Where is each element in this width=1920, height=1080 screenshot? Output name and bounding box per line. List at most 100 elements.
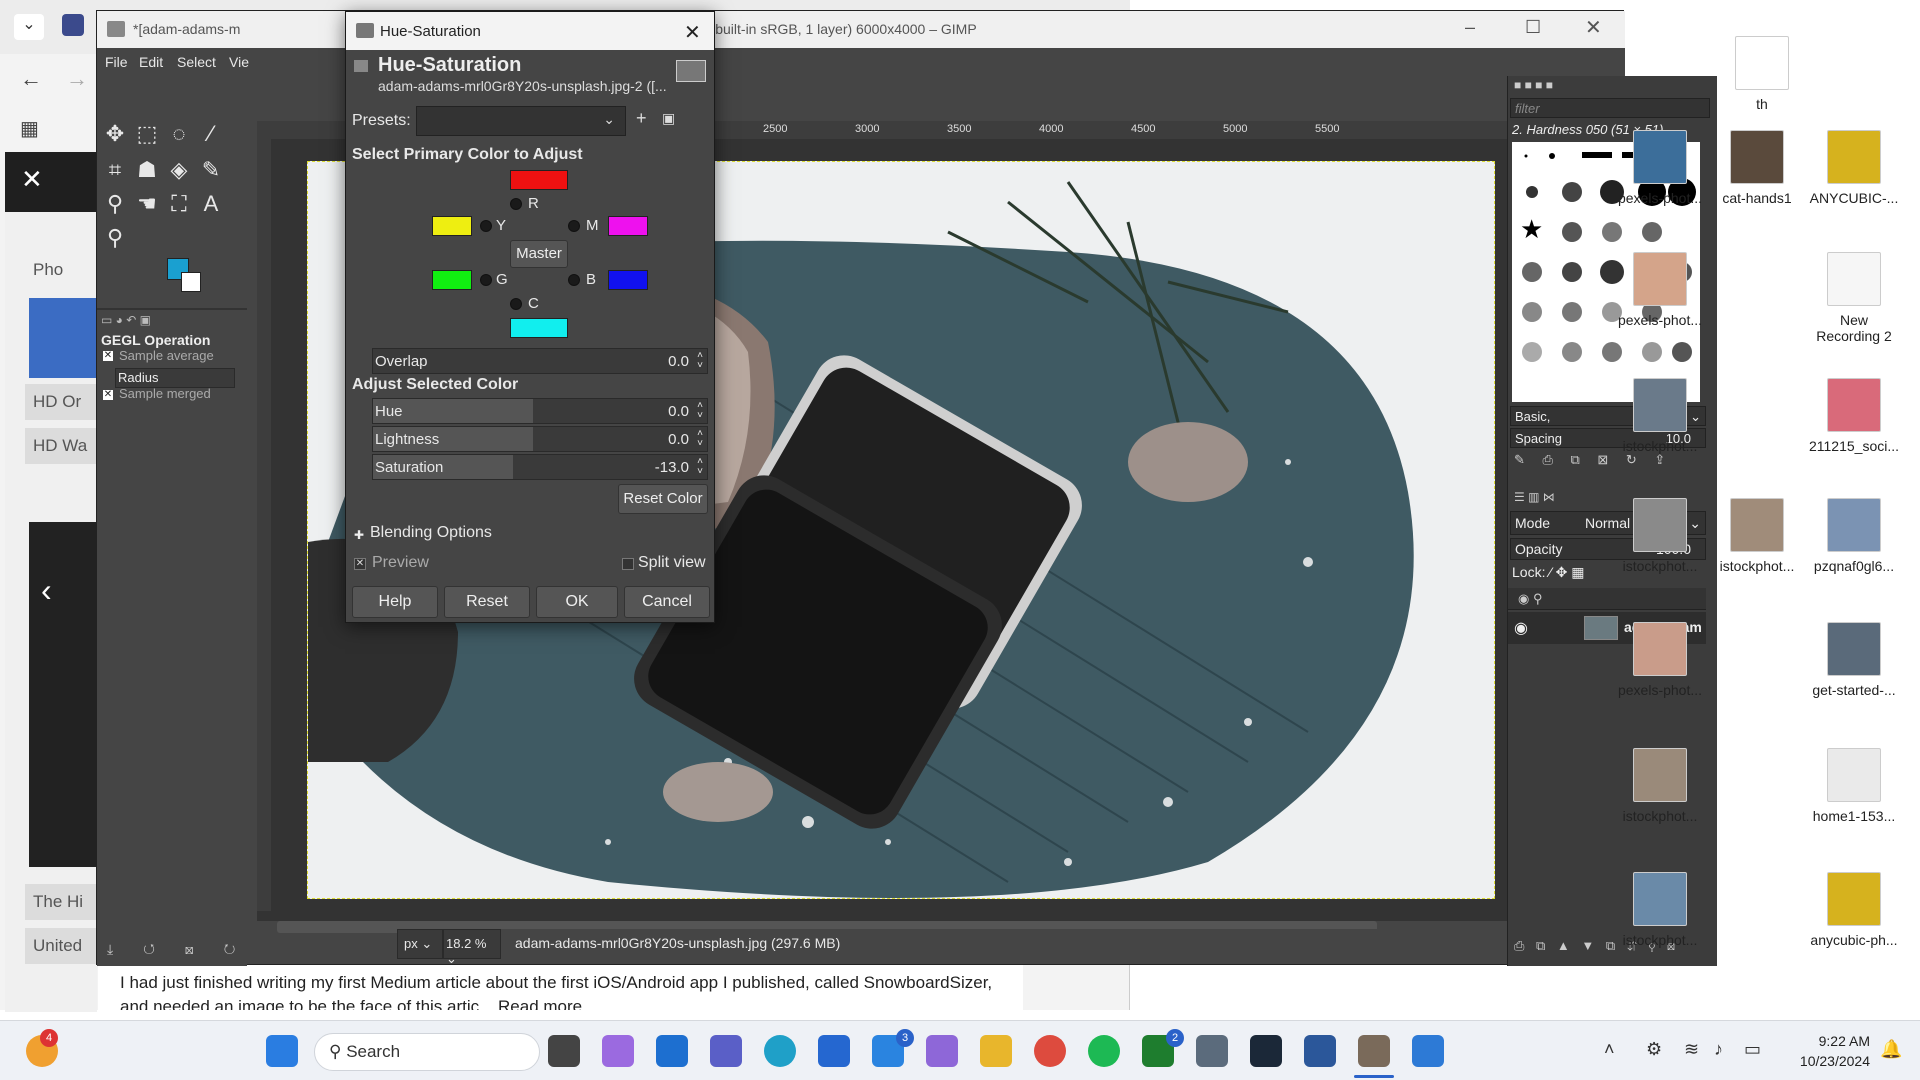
- swatch-blue[interactable]: [608, 270, 648, 290]
- copilot-app-icon[interactable]: [926, 1035, 958, 1067]
- lasso-icon[interactable]: ◌: [165, 120, 193, 148]
- fuzzy-select-icon[interactable]: ⁄: [197, 120, 225, 148]
- maximize-icon[interactable]: ☐: [1525, 17, 1541, 38]
- edge-icon[interactable]: [764, 1035, 796, 1067]
- swatch-green[interactable]: [432, 270, 472, 290]
- lightness-spinner-icon[interactable]: ˄ ˅: [697, 429, 703, 449]
- close-icon[interactable]: ✕: [21, 164, 43, 195]
- tab-list-button[interactable]: ⌄: [14, 14, 44, 40]
- tile-photos[interactable]: Pho: [25, 252, 97, 288]
- window-close-icon[interactable]: ✕: [1585, 15, 1602, 40]
- desktop-icon[interactable]: ANYCUBIC-...: [1802, 130, 1906, 206]
- menu-file[interactable]: File: [105, 54, 128, 70]
- radio-c[interactable]: [510, 298, 522, 310]
- desktop-icon[interactable]: pzqnaf0gl6...: [1802, 498, 1906, 574]
- wifi-icon[interactable]: ≋: [1684, 1039, 1699, 1060]
- swatch-red[interactable]: [510, 170, 568, 190]
- desktop-icon[interactable]: istockphot...: [1608, 872, 1712, 948]
- network-icon[interactable]: ⚙: [1646, 1039, 1662, 1060]
- task-view-icon[interactable]: [548, 1035, 580, 1067]
- notifications-bell-icon[interactable]: 🔔: [1880, 1039, 1902, 1060]
- desktop-icon[interactable]: istockphot...: [1608, 378, 1712, 454]
- split-view-checkbox[interactable]: [622, 558, 634, 570]
- presets-select[interactable]: ⌄: [416, 106, 626, 136]
- dialog-close-icon[interactable]: ✕: [684, 20, 701, 45]
- move-tool-icon[interactable]: ✥: [101, 120, 129, 148]
- radio-r[interactable]: [510, 198, 522, 210]
- steam-icon[interactable]: [1250, 1035, 1282, 1067]
- zoom-field[interactable]: 18.2 % ⌄: [443, 929, 501, 966]
- tile-hd-2[interactable]: HD Wa: [25, 428, 97, 464]
- smudge-icon[interactable]: ☚: [133, 190, 161, 218]
- zoom-tool-icon[interactable]: ⚲: [101, 224, 129, 252]
- menu-edit[interactable]: Edit: [139, 54, 163, 70]
- article-excerpt[interactable]: I had just finished writing my first Med…: [98, 965, 1023, 1010]
- cancel-button[interactable]: Cancel: [624, 586, 710, 618]
- radius-field[interactable]: Radius: [115, 368, 235, 388]
- ok-button[interactable]: OK: [536, 586, 618, 618]
- desktop-icon[interactable]: istockphot...: [1705, 498, 1809, 574]
- radio-g[interactable]: [480, 274, 492, 286]
- menu-select[interactable]: Select: [177, 54, 216, 70]
- radio-b[interactable]: [568, 274, 580, 286]
- teams-icon[interactable]: [710, 1035, 742, 1067]
- store-icon[interactable]: [818, 1035, 850, 1067]
- desktop-icon[interactable]: th: [1710, 36, 1814, 112]
- master-button[interactable]: Master: [510, 240, 568, 268]
- help-button[interactable]: Help: [352, 586, 438, 618]
- forward-icon[interactable]: →: [66, 66, 88, 92]
- chrome-icon[interactable]: [1034, 1035, 1066, 1067]
- paintbrush-icon[interactable]: ✎: [197, 156, 225, 184]
- warp-icon[interactable]: ☗: [133, 156, 161, 184]
- photos-icon[interactable]: [1412, 1035, 1444, 1067]
- bg-color-swatch[interactable]: [181, 272, 201, 292]
- radio-y[interactable]: [480, 220, 492, 232]
- overlap-spinner-icon[interactable]: ˄ ˅: [697, 351, 703, 371]
- overlap-field[interactable]: Overlap 0.0 ˄ ˅: [372, 348, 708, 374]
- text-tool-icon[interactable]: A: [197, 190, 225, 218]
- sample-merged-checkbox[interactable]: ✕: [103, 390, 113, 400]
- desktop-icon[interactable]: get-started-...: [1802, 622, 1906, 698]
- minimize-icon[interactable]: –: [1465, 17, 1475, 38]
- desktop-icon[interactable]: cat-hands1: [1705, 130, 1809, 206]
- menu-view[interactable]: Vie: [229, 54, 249, 70]
- clock[interactable]: 9:22 AM 10/23/2024: [1780, 1031, 1870, 1071]
- clone-icon[interactable]: ⚲: [101, 190, 129, 218]
- desktop-icon[interactable]: istockphot...: [1608, 748, 1712, 824]
- carousel-left-icon[interactable]: ‹: [41, 572, 52, 609]
- preset-menu-icon[interactable]: ▣: [662, 110, 675, 127]
- tool-options-footer[interactable]: ⤓ ↺ ⊠ ↻: [107, 941, 247, 961]
- mail-icon[interactable]: [656, 1035, 688, 1067]
- sample-average-checkbox[interactable]: ✕: [103, 351, 113, 361]
- swatch-yellow[interactable]: [432, 216, 472, 236]
- desktop-icon[interactable]: istockphot...: [1608, 498, 1712, 574]
- reset-color-button[interactable]: Reset Color: [618, 484, 708, 514]
- start-icon[interactable]: [266, 1035, 298, 1067]
- hue-field[interactable]: Hue 0.0 ˄ ˅: [372, 398, 708, 424]
- saturation-spinner-icon[interactable]: ˄ ˅: [697, 457, 703, 477]
- blending-options-expander[interactable]: Blending Options: [370, 524, 492, 542]
- crop-icon[interactable]: ⌗: [101, 156, 129, 184]
- desktop-icon[interactable]: New Recording 2: [1802, 252, 1906, 344]
- tool-options-tabs[interactable]: ▭ ◕ ↶ ▣: [101, 313, 171, 329]
- tile-united[interactable]: United: [25, 928, 97, 964]
- apps-grid-icon[interactable]: ▦: [20, 116, 39, 141]
- taskbar-search[interactable]: ⚲ Search: [314, 1033, 540, 1071]
- volume-icon[interactable]: ♪: [1714, 1039, 1723, 1060]
- settings-icon[interactable]: [1196, 1035, 1228, 1067]
- tile-hd-1[interactable]: HD Or: [25, 384, 97, 420]
- copilot-icon[interactable]: [602, 1035, 634, 1067]
- add-preset-icon[interactable]: +: [636, 108, 647, 129]
- reset-button[interactable]: Reset: [444, 586, 530, 618]
- word-icon[interactable]: [1304, 1035, 1336, 1067]
- rect-select-icon[interactable]: ⬚: [133, 120, 161, 148]
- hue-spinner-icon[interactable]: ˄ ˅: [697, 401, 703, 421]
- expander-icon[interactable]: ✚: [354, 528, 364, 542]
- back-icon[interactable]: ←: [20, 66, 42, 92]
- swatch-magenta[interactable]: [608, 216, 648, 236]
- tray-chevron-icon[interactable]: ˄: [1604, 1039, 1615, 1060]
- saturation-field[interactable]: Saturation -13.0 ˄ ˅: [372, 454, 708, 480]
- radio-m[interactable]: [568, 220, 580, 232]
- desktop-icon[interactable]: pexels-phot...: [1608, 252, 1712, 328]
- paths-icon[interactable]: ⛶: [165, 190, 193, 218]
